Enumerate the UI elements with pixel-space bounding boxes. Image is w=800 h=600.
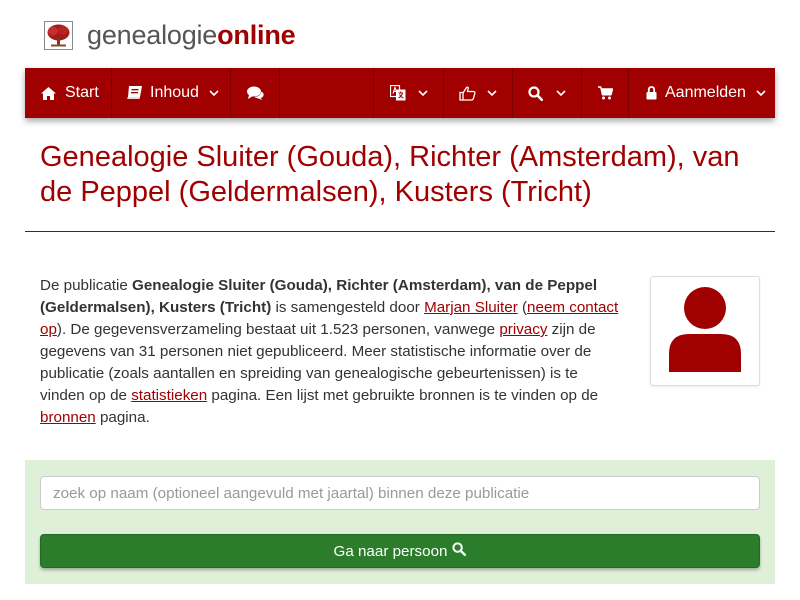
tree-logo-icon[interactable] [44,20,73,50]
thumbs-up-icon [459,85,476,101]
site-logo[interactable]: genealogieonline [87,19,296,51]
search-input[interactable] [40,476,760,510]
search-icon [528,85,543,101]
chevron-down-icon [418,90,428,96]
publication-intro: De publicatie Genealogie Sluiter (Gouda)… [40,275,620,429]
title-divider [25,231,775,232]
sources-link[interactable]: bronnen [40,409,96,426]
nav-language[interactable] [374,68,444,118]
nav-chat[interactable] [231,68,280,118]
page-title: Genealogie Sluiter (Gouda), Richter (Ams… [40,141,740,208]
user-icon [667,286,743,377]
nav-cart[interactable] [582,68,629,118]
go-to-person-label: Ga naar persoon [333,542,448,560]
intro-text: is samengesteld door [271,299,425,316]
nav-aanmelden-label: Aanmelden [665,84,746,101]
nav-inhoud[interactable]: Inhoud [112,68,231,118]
intro-text: pagina. [95,409,150,426]
site-header: genealogieonline [44,18,296,52]
logo-text-bold: online [217,19,296,50]
language-icon [390,85,406,101]
lock-icon [646,86,657,100]
book-icon [127,86,142,100]
nav-share[interactable] [444,68,513,118]
logo-text-light: genealogie [87,19,218,50]
comments-icon [246,86,264,100]
go-to-person-button[interactable]: Ga naar persoon [40,534,760,568]
author-avatar[interactable] [650,276,760,386]
privacy-link[interactable]: privacy [499,321,547,338]
intro-text: ( [517,299,528,316]
chevron-down-icon [209,90,219,96]
intro-text: ). De gegevensverzameling bestaat uit 1.… [56,321,500,338]
nav-aanmelden[interactable]: Aanmelden [629,68,775,118]
intro-text: De publicatie [40,277,133,294]
shopping-cart-icon [597,86,613,100]
statistics-link[interactable]: statistieken [131,387,207,404]
nav-start-label: Start [65,84,99,101]
author-link[interactable]: Marjan Sluiter [424,299,518,316]
nav-start[interactable]: Start [25,68,112,118]
main-navbar: Start Inhoud Aanmelden [25,68,775,118]
nav-spacer [280,68,374,118]
publication-search-panel: Ga naar persoon [25,460,775,584]
nav-inhoud-label: Inhoud [150,84,199,101]
chevron-down-icon [756,90,766,96]
chevron-down-icon [487,90,497,96]
home-icon [41,86,56,100]
chevron-down-icon [556,90,566,96]
search-icon [447,542,467,560]
nav-search[interactable] [513,68,582,118]
intro-text: pagina. Een lijst met gebruikte bronnen … [207,387,599,404]
